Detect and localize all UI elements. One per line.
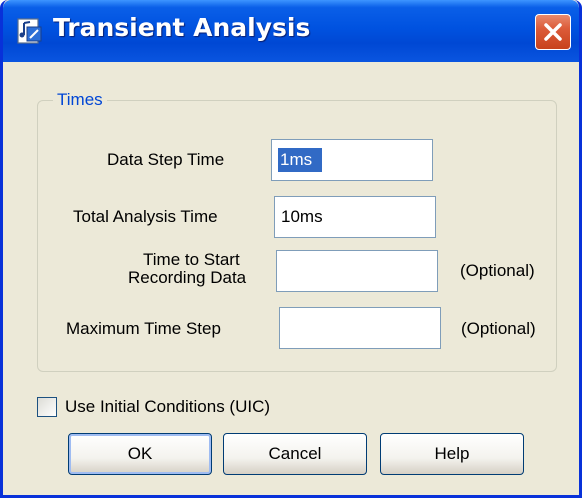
total-analysis-time-label: Total Analysis Time <box>73 207 218 226</box>
total-analysis-time-input[interactable] <box>274 196 436 238</box>
transient-analysis-dialog: Transient Analysis Times Data Step Time … <box>0 0 582 498</box>
cancel-button[interactable]: Cancel <box>223 433 367 475</box>
maximum-time-step-input[interactable] <box>279 307 441 349</box>
uic-checkbox-label[interactable]: Use Initial Conditions (UIC) <box>65 397 270 417</box>
times-group-label: Times <box>53 90 107 110</box>
document-music-icon <box>17 18 42 44</box>
dialog-title: Transient Analysis <box>53 13 311 42</box>
data-step-time-label: Data Step Time <box>107 150 225 169</box>
time-to-start-input[interactable] <box>276 250 438 292</box>
data-step-time-value: 1ms <box>280 150 313 169</box>
title-bar[interactable]: Transient Analysis <box>3 0 579 62</box>
close-icon <box>544 23 562 41</box>
help-button[interactable]: Help <box>380 433 524 475</box>
uic-checkbox[interactable] <box>37 397 57 417</box>
time-to-start-label-line2: Recording Data <box>128 268 247 287</box>
maximum-time-step-label: Maximum Time Step <box>66 319 221 338</box>
time-to-start-optional-note: (Optional) <box>460 261 535 280</box>
close-button[interactable] <box>535 14 571 50</box>
ok-button[interactable]: OK <box>68 433 212 475</box>
maximum-time-step-optional-note: (Optional) <box>461 319 536 338</box>
time-to-start-label-line1: Time to Start <box>143 250 240 269</box>
